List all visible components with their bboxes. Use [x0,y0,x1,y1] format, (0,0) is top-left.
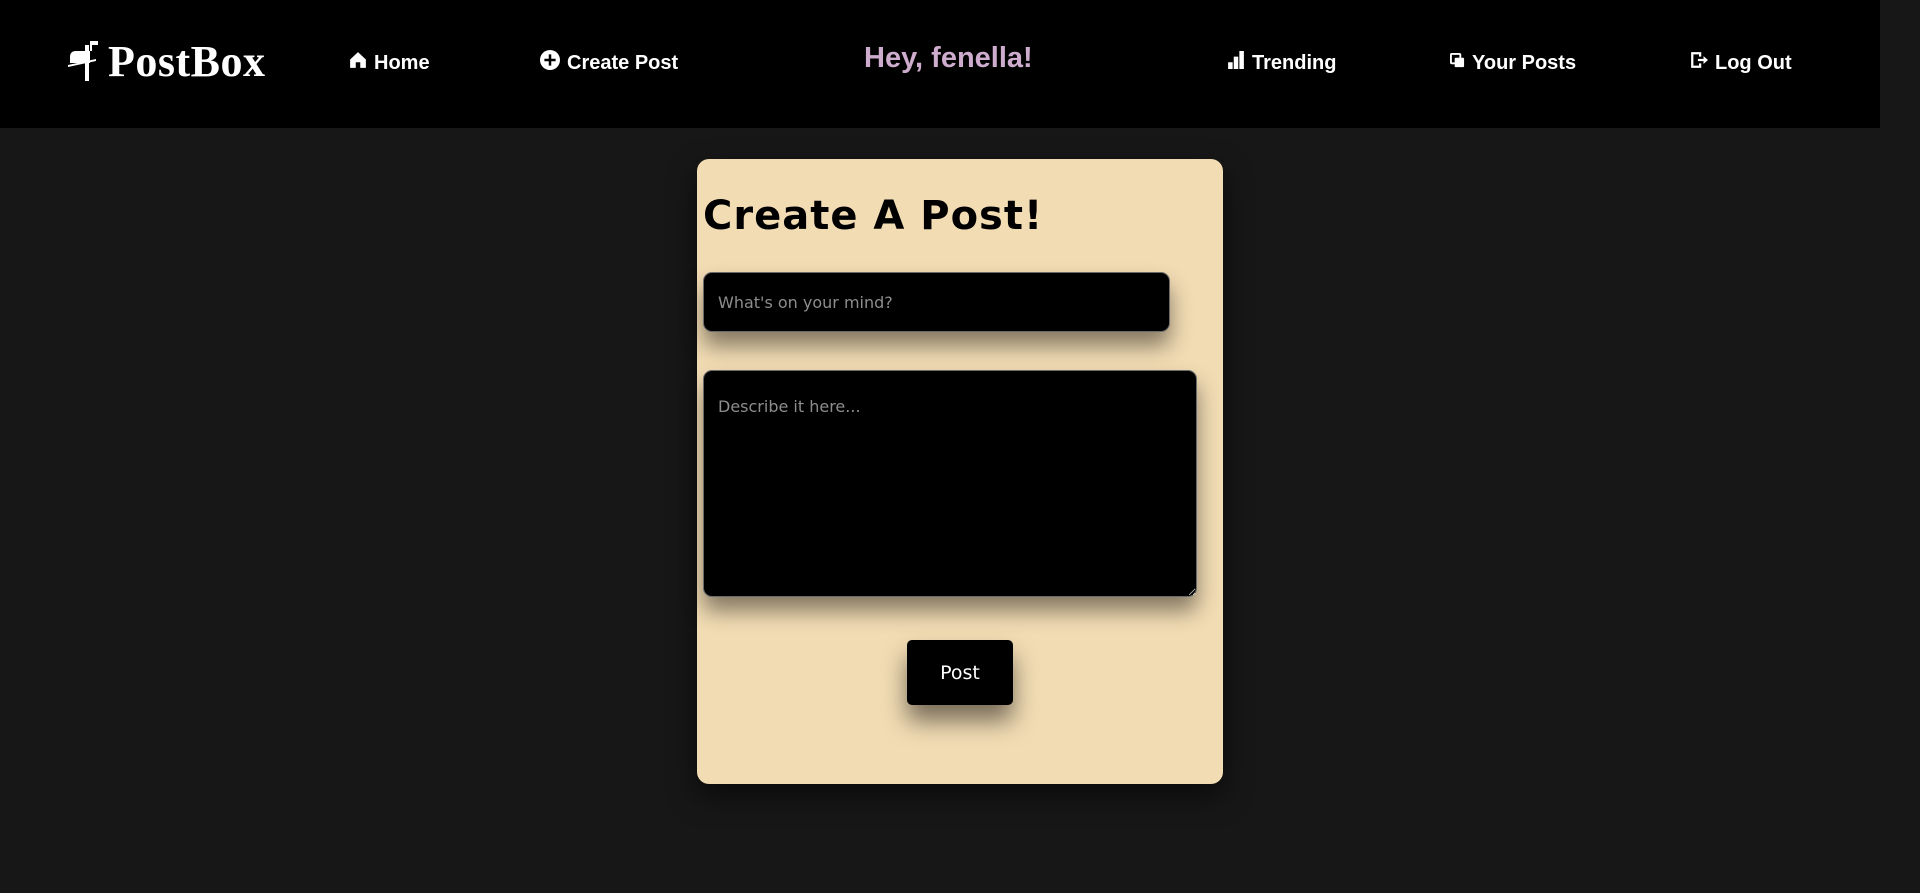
page-title: Create A Post! [703,193,1044,239]
logo[interactable]: PostBox [66,36,266,86]
nav-log-out[interactable]: Log Out [1690,46,1792,80]
nav-create-post[interactable]: Create Post [540,46,678,80]
post-description-textarea[interactable] [703,370,1197,597]
logo-text: PostBox [108,36,266,86]
bar-chart-icon [1228,51,1244,69]
mailbox-icon [68,41,98,81]
nav-create-post-label: Create Post [567,51,679,74]
logout-icon [1691,52,1708,68]
nav-your-posts[interactable]: Your Posts [1450,46,1576,80]
nav-trending[interactable]: Trending [1227,46,1336,80]
nav-home-label: Home [374,51,430,74]
nav-log-out-label: Log Out [1715,51,1792,74]
home-icon [350,52,366,68]
copy-icon [1450,52,1465,67]
navbar: PostBox Home Create Post Hey, fenella! T… [0,0,1880,128]
nav-trending-label: Trending [1252,51,1337,74]
create-post-card: Create A Post! Post [697,159,1223,784]
post-button[interactable]: Post [907,640,1013,705]
plus-circle-icon [540,50,560,70]
nav-home[interactable]: Home [349,46,430,80]
nav-your-posts-label: Your Posts [1472,51,1577,74]
greeting: Hey, fenella! [864,42,1033,74]
post-title-input[interactable] [703,272,1170,332]
